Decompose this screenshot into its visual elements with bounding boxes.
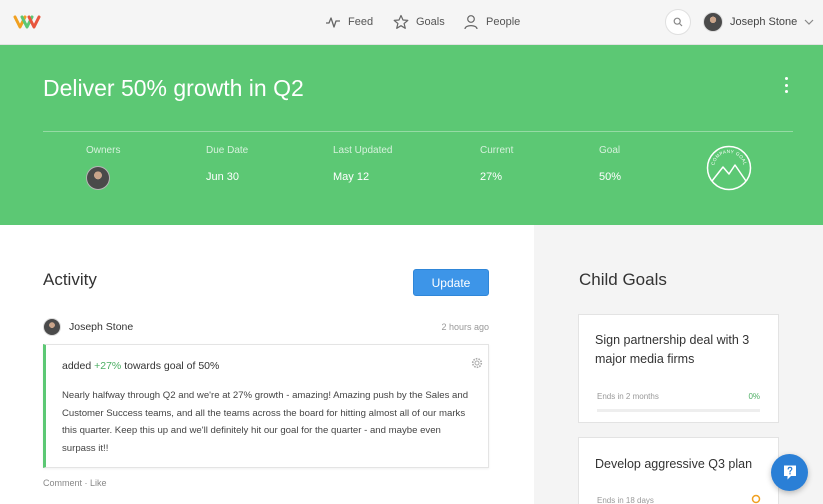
help-chat-button[interactable] [771, 454, 808, 491]
added-middle: towards goal of [124, 360, 196, 372]
search-button[interactable] [665, 9, 691, 35]
added-goal: 50% [198, 360, 220, 372]
chevron-down-icon [804, 19, 814, 25]
post-author[interactable]: Joseph Stone [69, 321, 133, 333]
nav-feed-label: Feed [348, 16, 374, 28]
gear-icon[interactable] [471, 357, 483, 369]
stat-last-updated: Last Updated May 12 [333, 145, 393, 183]
post-header: Joseph Stone 2 hours ago [43, 318, 489, 336]
stat-goal: Goal 50% [599, 145, 621, 183]
pulse-icon [326, 17, 340, 28]
nav-feed[interactable]: Feed [325, 14, 373, 30]
more-options-icon[interactable] [778, 77, 794, 93]
added-delta: +27% [94, 360, 122, 372]
logo-icon[interactable] [13, 13, 41, 31]
child-goal-percent: 0% [748, 392, 760, 401]
chat-help-icon [783, 465, 796, 480]
like-link[interactable]: Like [90, 478, 107, 488]
owner-avatar[interactable] [86, 166, 110, 190]
post-body: Nearly halfway through Q2 and we're at 2… [62, 390, 469, 454]
child-goal-title: Sign partnership deal with 3 major media… [595, 333, 750, 366]
avatar [703, 12, 723, 32]
divider [43, 131, 793, 132]
goal-title: Deliver 50% growth in Q2 [43, 75, 304, 101]
stat-owners: Owners [86, 145, 120, 190]
child-goals-title: Child Goals [579, 270, 667, 289]
user-name: Joseph Stone [730, 16, 798, 28]
added-prefix: added [62, 360, 92, 372]
stat-due-date: Due Date Jun 30 [206, 145, 248, 183]
nav-people-label: People [486, 16, 521, 28]
top-navigation: Feed Goals People Joseph Stone [0, 0, 823, 45]
stat-current: Current 27% [480, 145, 513, 183]
post-author-avatar[interactable] [43, 318, 61, 336]
child-goal-card[interactable]: Develop aggressive Q3 plan Ends in 18 da… [578, 437, 779, 504]
star-icon [393, 14, 409, 29]
child-goal-progress-bar [597, 409, 760, 412]
action-separator: · [84, 478, 88, 488]
search-icon [673, 17, 683, 27]
last-updated-value: May 12 [333, 171, 370, 183]
due-date-label: Due Date [206, 145, 249, 156]
update-button[interactable]: Update [413, 269, 489, 296]
post-actions: Comment · Like [43, 478, 107, 488]
company-goal-seal-icon: COMPANY GOAL [706, 145, 752, 191]
post-timestamp: 2 hours ago [441, 322, 489, 332]
nav-goals[interactable]: Goals [393, 14, 445, 30]
owners-label: Owners [86, 145, 121, 156]
activity-title: Activity [43, 270, 97, 289]
child-goal-ends: Ends in 18 days [597, 496, 654, 504]
activity-post-card: added +27% towards goal of 50% Nearly ha… [43, 344, 489, 468]
child-goal-ends: Ends in 2 months [597, 392, 659, 401]
nav-goals-label: Goals [416, 16, 445, 28]
last-updated-label: Last Updated [333, 145, 393, 156]
goal-label: Goal [599, 145, 621, 156]
person-icon [464, 15, 478, 30]
comment-link[interactable]: Comment [43, 478, 82, 488]
due-date-value: Jun 30 [206, 171, 240, 183]
user-menu[interactable]: Joseph Stone [703, 12, 814, 32]
current-value: 27% [480, 171, 503, 183]
child-goal-title: Develop aggressive Q3 plan [595, 457, 753, 471]
status-circle-icon [751, 494, 761, 504]
child-goal-card[interactable]: Sign partnership deal with 3 major media… [578, 314, 779, 423]
goal-value: 50% [599, 171, 622, 183]
current-label: Current [480, 145, 514, 156]
nav-people[interactable]: People [463, 14, 520, 30]
progress-update-line: added +27% towards goal of 50% [62, 360, 219, 372]
goal-header: Deliver 50% growth in Q2 Owners Due Date… [0, 45, 823, 225]
